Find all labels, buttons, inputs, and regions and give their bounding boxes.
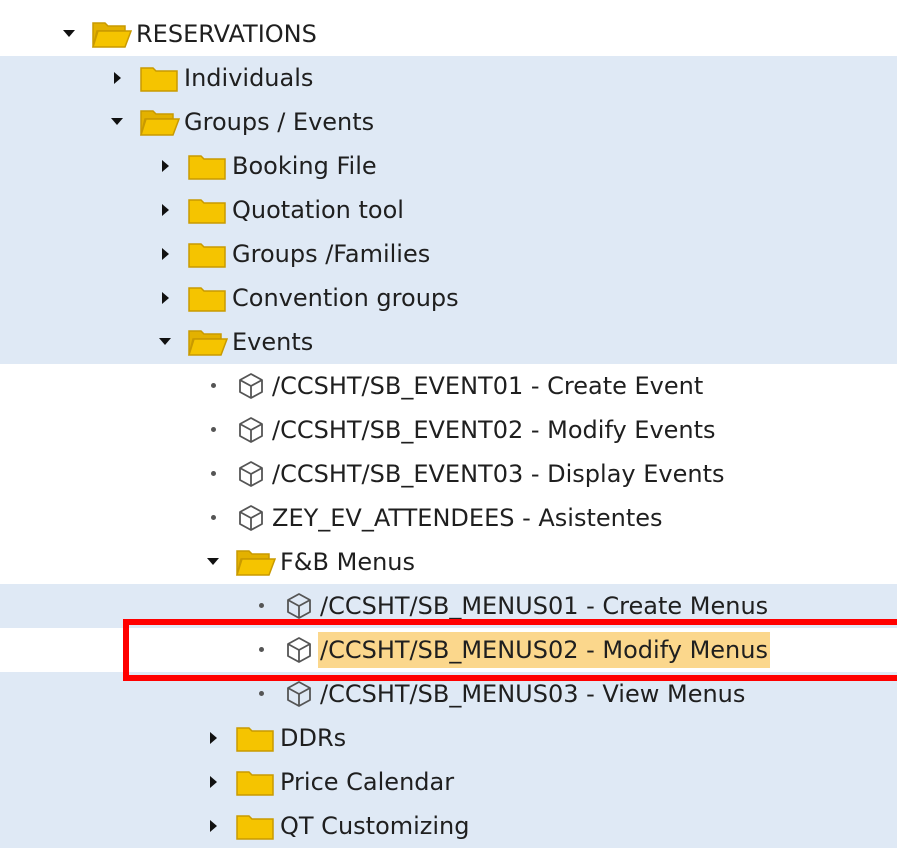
- tree-folder-row[interactable]: Price Calendar: [0, 760, 897, 804]
- tree-transaction-row[interactable]: /CCSHT/SB_MENUS01 - Create Menus: [0, 584, 897, 628]
- folder-open-icon: [140, 108, 180, 138]
- tree-node-label[interactable]: Price Calendar: [278, 764, 456, 800]
- tree-node-label[interactable]: Individuals: [182, 60, 315, 96]
- tree-folder-row[interactable]: Groups /Families: [0, 232, 897, 276]
- tree-transaction-row[interactable]: /CCSHT/SB_EVENT03 - Display Events: [0, 452, 897, 496]
- bullet-icon: [252, 628, 272, 672]
- expand-arrow-icon[interactable]: [156, 188, 176, 232]
- tree-node-label[interactable]: Quotation tool: [230, 192, 406, 228]
- expand-arrow-icon[interactable]: [204, 716, 224, 760]
- tree-node-label[interactable]: Groups / Events: [182, 104, 376, 140]
- expand-arrow-icon[interactable]: [156, 276, 176, 320]
- expand-arrow-icon[interactable]: [156, 144, 176, 188]
- folder-icon: [188, 152, 228, 182]
- collapse-arrow-icon[interactable]: [60, 12, 80, 56]
- tree-node-label[interactable]: DDRs: [278, 720, 348, 756]
- tree-folder-row[interactable]: Quotation tool: [0, 188, 897, 232]
- tree-transaction-row[interactable]: /CCSHT/SB_EVENT02 - Modify Events: [0, 408, 897, 452]
- collapse-arrow-icon[interactable]: [108, 100, 128, 144]
- tree-node-label[interactable]: ZEY_EV_ATTENDEES - Asistentes: [270, 500, 665, 536]
- tree-node-label[interactable]: Events: [230, 324, 315, 360]
- tree-folder-row[interactable]: Events: [0, 320, 897, 364]
- tree-node-label[interactable]: /CCSHT/SB_MENUS03 - View Menus: [318, 676, 747, 712]
- tree-transaction-row[interactable]: /CCSHT/SB_EVENT01 - Create Event: [0, 364, 897, 408]
- bullet-icon: [204, 452, 224, 496]
- tree-node-label[interactable]: RESERVATIONS: [134, 16, 319, 52]
- tree-folder-row[interactable]: F&B Menus: [0, 540, 897, 584]
- folder-icon: [140, 64, 180, 94]
- tree-folder-row[interactable]: Booking File: [0, 144, 897, 188]
- bullet-icon: [252, 672, 272, 716]
- tree-node-label[interactable]: /CCSHT/SB_MENUS01 - Create Menus: [318, 588, 770, 624]
- tree-node-label[interactable]: Booking File: [230, 148, 379, 184]
- tree-node-label[interactable]: /CCSHT/SB_EVENT01 - Create Event: [270, 368, 705, 404]
- bullet-icon: [204, 408, 224, 452]
- menu-tree: RESERVATIONS Individuals Groups / Events Bo…: [0, 0, 897, 850]
- bullet-icon: [252, 584, 272, 628]
- tree-node-label[interactable]: Convention groups: [230, 280, 461, 316]
- expand-arrow-icon[interactable]: [204, 804, 224, 848]
- folder-icon: [236, 768, 276, 798]
- folder-icon: [236, 812, 276, 842]
- tree-transaction-row[interactable]: ZEY_EV_ATTENDEES - Asistentes: [0, 496, 897, 540]
- tree-folder-row[interactable]: Individuals: [0, 56, 897, 100]
- tree-node-label[interactable]: /CCSHT/SB_EVENT03 - Display Events: [270, 456, 727, 492]
- bullet-icon: [204, 496, 224, 540]
- tree-node-label[interactable]: /CCSHT/SB_EVENT02 - Modify Events: [270, 412, 718, 448]
- tree-node-label[interactable]: Groups /Families: [230, 236, 432, 272]
- tree-folder-row[interactable]: Groups / Events: [0, 100, 897, 144]
- tree-transaction-row[interactable]: /CCSHT/SB_MENUS02 - Modify Menus: [0, 628, 897, 672]
- tree-node-label[interactable]: QT Customizing: [278, 808, 472, 844]
- folder-icon: [188, 196, 228, 226]
- tree-node-label-selected[interactable]: /CCSHT/SB_MENUS02 - Modify Menus: [318, 632, 770, 668]
- collapse-arrow-icon[interactable]: [204, 540, 224, 584]
- tree-folder-row[interactable]: RESERVATIONS: [0, 12, 897, 56]
- folder-icon: [188, 284, 228, 314]
- collapse-arrow-icon[interactable]: [156, 320, 176, 364]
- tree-folder-row[interactable]: QT Customizing: [0, 804, 897, 848]
- expand-arrow-icon[interactable]: [204, 760, 224, 804]
- tree-folder-row[interactable]: DDRs: [0, 716, 897, 760]
- expand-arrow-icon[interactable]: [108, 56, 128, 100]
- expand-arrow-icon[interactable]: [156, 232, 176, 276]
- folder-open-icon: [92, 20, 132, 50]
- tree-transaction-row[interactable]: /CCSHT/SB_MENUS03 - View Menus: [0, 672, 897, 716]
- folder-icon: [236, 724, 276, 754]
- tree-node-label[interactable]: F&B Menus: [278, 544, 417, 580]
- bullet-icon: [204, 364, 224, 408]
- folder-open-icon: [188, 328, 228, 358]
- folder-open-icon: [236, 548, 276, 578]
- tree-folder-row[interactable]: Convention groups: [0, 276, 897, 320]
- folder-icon: [188, 240, 228, 270]
